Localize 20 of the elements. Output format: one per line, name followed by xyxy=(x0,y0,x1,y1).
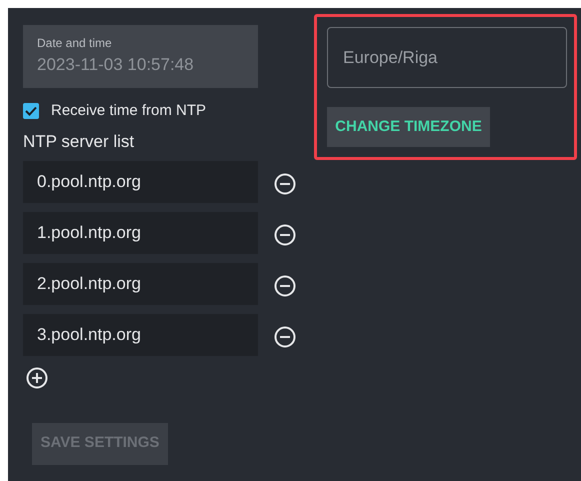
minus-icon xyxy=(274,172,296,194)
remove-button[interactable] xyxy=(273,274,297,298)
remove-button[interactable] xyxy=(273,222,297,246)
server-field[interactable]: 3.pool.ntp.org xyxy=(23,314,258,356)
server-field[interactable]: 1.pool.ntp.org xyxy=(23,212,258,254)
remove-button[interactable] xyxy=(273,172,297,196)
checkbox[interactable] xyxy=(23,103,39,120)
minus-icon xyxy=(274,224,296,246)
add-button[interactable] xyxy=(25,366,49,390)
minus-icon xyxy=(274,274,296,296)
change-timezone-button[interactable]: CHANGE TIMEZONE xyxy=(327,107,490,147)
plus-icon xyxy=(26,366,48,388)
timezone-field[interactable]: Europe/Riga xyxy=(327,27,567,88)
server-field[interactable]: 2.pool.ntp.org xyxy=(23,262,258,304)
server-field[interactable]: 0.pool.ntp.org xyxy=(23,160,258,202)
minus-icon xyxy=(274,326,296,348)
section-title: NTP server list xyxy=(23,130,136,152)
remove-button[interactable] xyxy=(273,324,297,348)
checkbox-label: Receive time from NTP xyxy=(51,101,206,121)
date-time-field[interactable]: Date and time 2023-11-03 10:57:48 xyxy=(23,25,258,88)
